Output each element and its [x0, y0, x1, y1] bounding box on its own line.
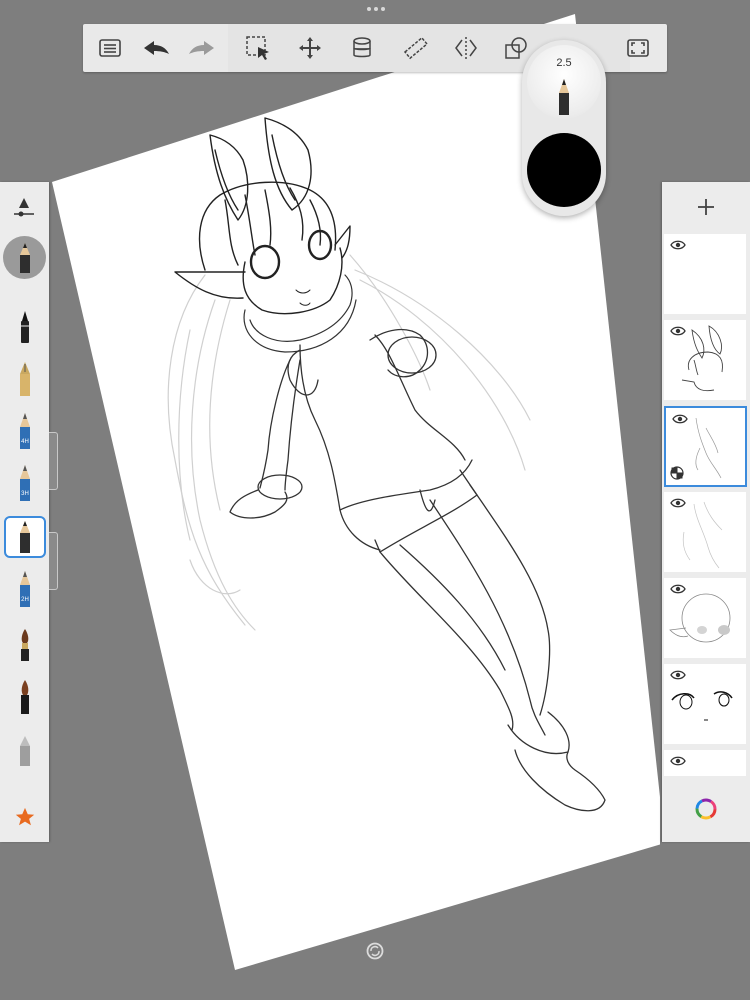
- layer-thumbnail[interactable]: [664, 664, 746, 744]
- layer-thumbnail[interactable]: [664, 578, 746, 658]
- selection-icon[interactable]: [241, 32, 275, 64]
- eye-icon[interactable]: [670, 498, 686, 508]
- brush-eraser[interactable]: [4, 730, 45, 771]
- rotate-canvas-icon[interactable]: [366, 942, 384, 960]
- brush-palette-tab-upper[interactable]: [49, 432, 58, 490]
- active-brush-indicator[interactable]: [3, 236, 46, 279]
- brush-paint-brush[interactable]: [4, 624, 45, 665]
- brush-puck[interactable]: 2.5: [522, 40, 606, 216]
- layer-thumbnail[interactable]: [664, 320, 746, 400]
- plus-icon: [698, 199, 714, 215]
- layer-thumbnail[interactable]: [664, 492, 746, 572]
- brush-size-value: 2.5: [556, 57, 572, 69]
- favorites-star-icon[interactable]: [4, 796, 45, 837]
- color-wheel-icon: [695, 798, 717, 820]
- eye-icon[interactable]: [670, 240, 686, 250]
- redo-icon[interactable]: [185, 32, 219, 64]
- brush-badge-3h: 3H: [21, 491, 29, 497]
- brush-ink-pen[interactable]: [4, 306, 45, 347]
- ruler-icon[interactable]: [399, 32, 433, 64]
- brush-color-swatch[interactable]: [527, 133, 601, 207]
- brush-calligraphy-pen[interactable]: [4, 358, 45, 399]
- brush-pencil-hb[interactable]: [4, 516, 46, 558]
- eye-icon[interactable]: [670, 756, 686, 766]
- layer-editor: [662, 182, 750, 842]
- brush-palette: 4H 3H 2H: [0, 182, 49, 842]
- symmetry-icon[interactable]: [449, 32, 483, 64]
- eye-icon[interactable]: [670, 670, 686, 680]
- brush-pencil-4h[interactable]: 4H: [4, 410, 45, 451]
- fill-icon[interactable]: [345, 32, 379, 64]
- brush-size-control[interactable]: 2.5: [527, 45, 601, 119]
- brush-properties-icon[interactable]: [12, 196, 36, 225]
- brush-pencil-3h[interactable]: 3H: [4, 462, 45, 503]
- layer-blend-icon[interactable]: [670, 466, 684, 480]
- eye-icon[interactable]: [670, 584, 686, 594]
- brush-pencil-2h[interactable]: 2H: [4, 568, 45, 609]
- eye-icon[interactable]: [670, 326, 686, 336]
- brush-badge-4h: 4H: [21, 439, 29, 445]
- color-wheel-button[interactable]: [662, 776, 750, 842]
- transform-icon[interactable]: [293, 32, 327, 64]
- pencil-icon: [559, 79, 569, 115]
- brush-round-brush[interactable]: [4, 676, 45, 717]
- layer-thumbnail[interactable]: [664, 750, 746, 776]
- undo-icon[interactable]: [139, 32, 173, 64]
- layer-thumbnail-selected[interactable]: [664, 406, 747, 487]
- eye-icon[interactable]: [672, 414, 688, 424]
- brush-badge-2h: 2H: [21, 597, 29, 603]
- fullscreen-icon[interactable]: [621, 32, 655, 64]
- layer-thumbnail[interactable]: [664, 234, 746, 314]
- brush-palette-tab-lower[interactable]: [49, 532, 58, 590]
- add-layer-button[interactable]: [662, 182, 750, 232]
- list-icon[interactable]: [93, 32, 127, 64]
